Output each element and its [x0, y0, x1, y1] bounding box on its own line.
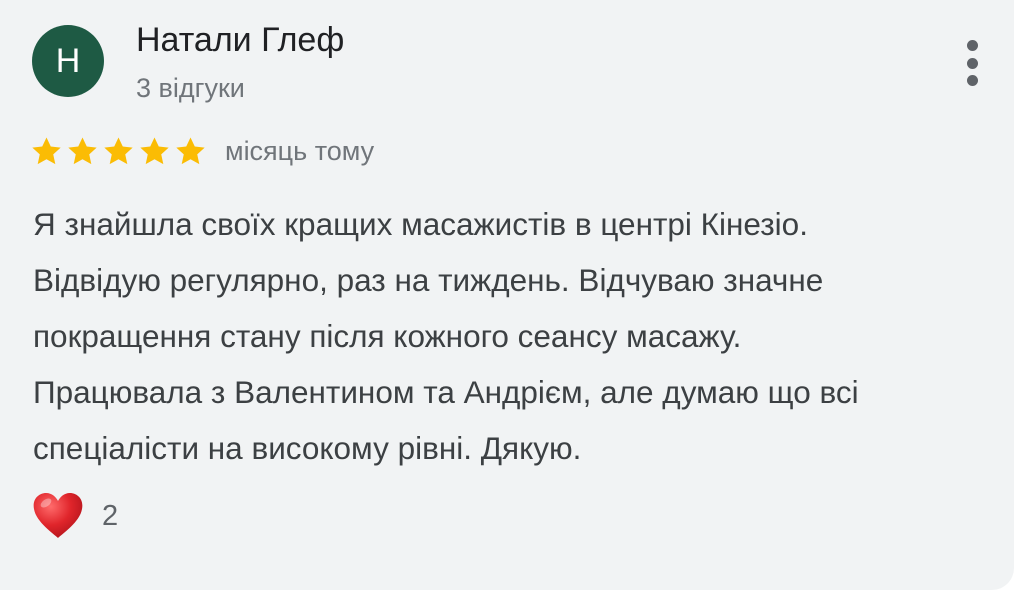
more-options-icon: [966, 40, 978, 51]
avatar-letter: Н: [55, 42, 81, 80]
review-text-line: покращення стану після кожного сеансу ма…: [33, 318, 742, 354]
author-name[interactable]: Натали Глеф: [136, 20, 344, 60]
star-icon: [32, 136, 61, 164]
star-icon: [140, 136, 169, 164]
review-text-line: Працювала з Валентином та Андрієм, але д…: [33, 374, 859, 410]
reaction-button[interactable]: 2: [30, 488, 118, 544]
review-text-line: Відвідую регулярно, раз на тиждень. Відч…: [33, 262, 824, 298]
more-options-icon-dot: [966, 57, 978, 69]
review-text: Я знайшла своїх кращих масажистів в цент…: [33, 196, 993, 476]
more-options-button[interactable]: [952, 34, 992, 92]
star-icon: [176, 136, 205, 164]
reaction-count: 2: [102, 499, 119, 532]
star-icon: [104, 136, 133, 164]
review-text-line: Я знайшла своїх кращих масажистів в цент…: [33, 206, 808, 242]
heart-icon: [33, 493, 83, 538]
star-rating: [30, 135, 210, 168]
avatar[interactable]: Н: [32, 25, 104, 97]
author-review-count: 3 відгуки: [136, 73, 245, 103]
more-options-icon-dot: [966, 75, 978, 86]
rating-row: місяць тому: [30, 132, 374, 170]
review-text-line: спеціалісти на високому рівні. Дякую.: [33, 430, 582, 466]
review-time: місяць тому: [225, 135, 375, 166]
review-card: Н Натали Глеф 3 відгуки місяць тому Я зн…: [0, 0, 1014, 590]
star-icon: [68, 136, 97, 164]
